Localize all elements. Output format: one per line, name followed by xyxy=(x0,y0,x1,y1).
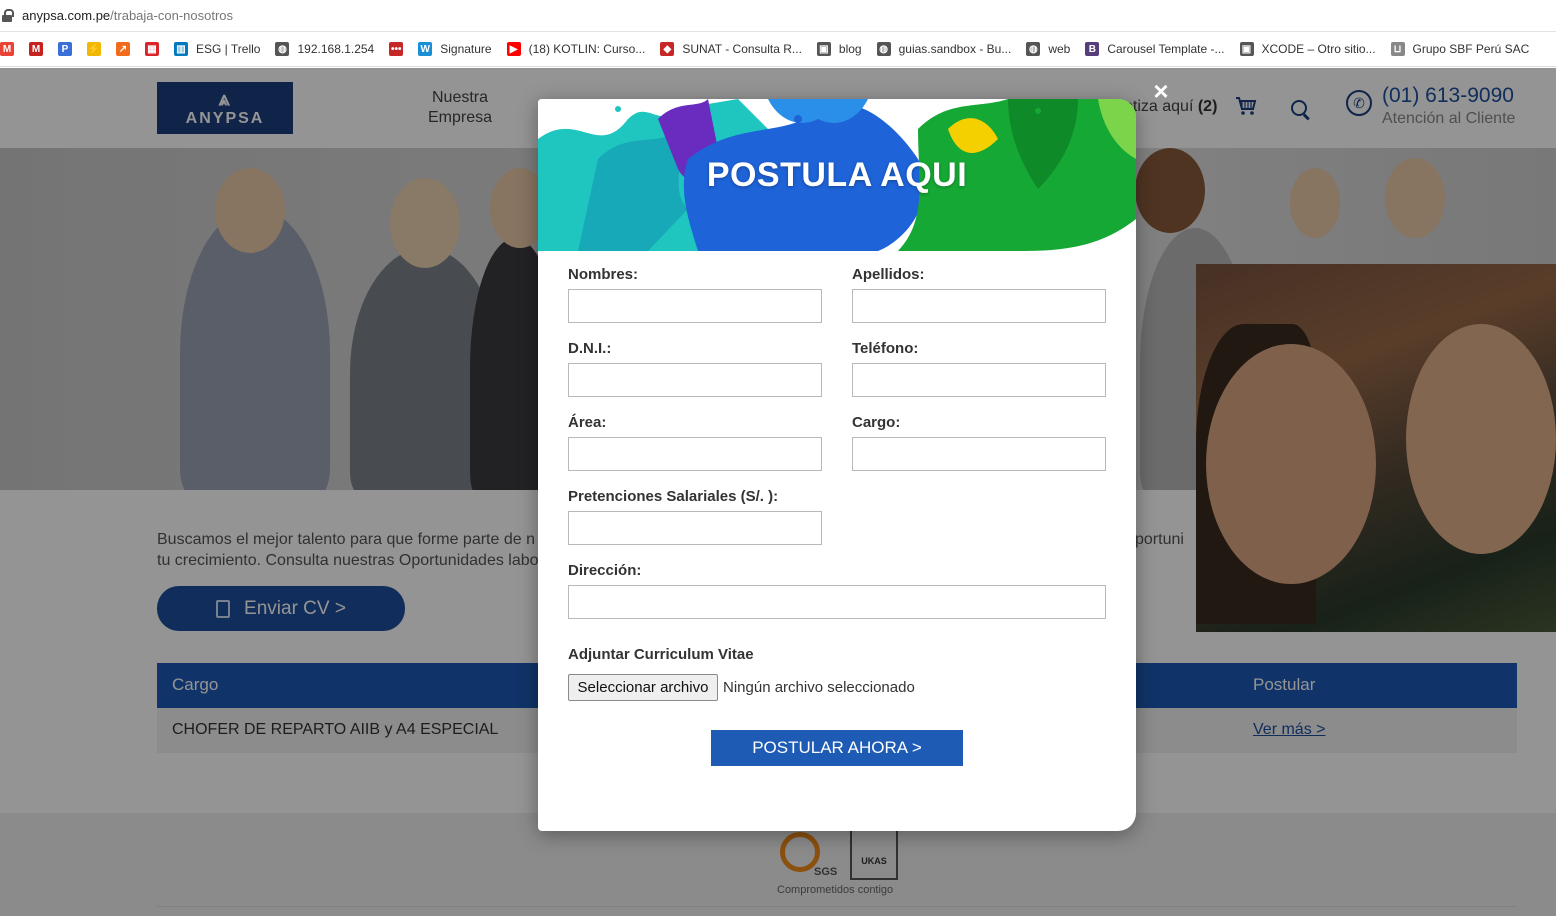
label-nombres: Nombres: xyxy=(568,266,639,283)
p-icon: P xyxy=(58,42,72,56)
bookmark-label: (18) KOTLIN: Curso... xyxy=(528,42,646,56)
postula-modal: POSTULA AQUI Nombres: Apellidos: D.N.I.:… xyxy=(538,99,1136,831)
bookmark-label: blog xyxy=(838,42,862,56)
bookmark-item[interactable]: ◍ 192.168.1.254 xyxy=(275,42,374,56)
bookmark-item[interactable]: ▥ ESG | Trello xyxy=(174,42,260,56)
bookmark-item[interactable]: ◍ web xyxy=(1026,42,1070,56)
cart-icon: ⊔ xyxy=(1390,42,1405,56)
bookmark-item[interactable]: W Signature xyxy=(418,42,492,56)
postular-ahora-button[interactable]: POSTULAR AHORA > xyxy=(711,730,963,766)
youtube-icon: ▶ xyxy=(506,42,521,56)
file-status: Ningún archivo seleccionado xyxy=(723,679,915,696)
bookmark-item[interactable]: ▶ (18) KOTLIN: Curso... xyxy=(506,42,646,56)
bookmark-label: web xyxy=(1048,42,1071,56)
bookmark-item[interactable]: M xyxy=(0,42,14,56)
lightning-icon: ⚡ xyxy=(87,42,101,56)
select-file-button[interactable]: Seleccionar archivo xyxy=(568,674,718,701)
label-area: Área: xyxy=(568,414,607,431)
url-host: anypsa.com.pe xyxy=(22,8,111,23)
lock-icon xyxy=(2,8,14,23)
blog-icon: ▣ xyxy=(816,42,831,56)
gmail-m-icon: M xyxy=(29,42,43,56)
bookmark-item[interactable]: ↗ xyxy=(116,42,130,56)
bookmark-label: 192.168.1.254 xyxy=(297,42,375,56)
bookmark-item[interactable]: P xyxy=(58,42,72,56)
telefono-input[interactable] xyxy=(852,363,1106,397)
label-dni: D.N.I.: xyxy=(568,340,612,357)
bookmark-item[interactable]: ••• xyxy=(389,42,404,56)
bookmark-item[interactable]: B Carousel Template -... xyxy=(1085,42,1225,56)
bookmark-item[interactable]: ▣ blog xyxy=(816,42,862,56)
label-apellidos: Apellidos: xyxy=(852,266,925,283)
salario-input[interactable] xyxy=(568,511,822,545)
area-input[interactable] xyxy=(568,437,822,471)
dni-input[interactable] xyxy=(568,363,822,397)
bookmark-item[interactable]: ◍ guias.sandbox - Bu... xyxy=(876,42,1012,56)
label-adjuntar-cv: Adjuntar Curriculum Vitae xyxy=(568,646,754,663)
sunat-icon: ◆ xyxy=(660,42,675,56)
bookmark-label: Signature xyxy=(440,42,492,56)
globe-icon: ◍ xyxy=(1026,42,1041,56)
direccion-input[interactable] xyxy=(568,585,1106,619)
globe-icon: ◍ xyxy=(275,42,290,56)
bootstrap-icon: B xyxy=(1085,42,1100,56)
dots-icon: ••• xyxy=(389,42,404,56)
nombres-input[interactable] xyxy=(568,289,822,323)
label-salario: Pretenciones Salariales (S/. ): xyxy=(568,488,779,505)
globe-icon: ◍ xyxy=(876,42,891,56)
label-telefono: Teléfono: xyxy=(852,340,919,357)
grid-icon: ▦ xyxy=(145,42,159,56)
bookmark-label: guias.sandbox - Bu... xyxy=(898,42,1012,56)
signature-icon: W xyxy=(418,42,433,56)
bookmark-item[interactable]: ▣ XCODE – Otro sitio... xyxy=(1239,42,1376,56)
xcode-icon: ▣ xyxy=(1239,42,1254,56)
cargo-input[interactable] xyxy=(852,437,1106,471)
close-icon[interactable]: × xyxy=(1150,78,1172,104)
bookmark-item[interactable]: ◆ SUNAT - Consulta R... xyxy=(660,42,802,56)
trello-icon: ▥ xyxy=(174,42,188,56)
bookmark-item[interactable]: M xyxy=(29,42,43,56)
modal-title: POSTULA AQUI xyxy=(706,156,968,194)
bookmark-item[interactable]: ⚡ xyxy=(87,42,101,56)
modal-banner: POSTULA AQUI xyxy=(538,99,1136,251)
bookmark-label: ESG | Trello xyxy=(196,42,261,56)
bookmark-label: Grupo SBF Perú SAC xyxy=(1412,42,1530,56)
bookmark-label: SUNAT - Consulta R... xyxy=(682,42,802,56)
gmail-icon: M xyxy=(0,42,14,56)
label-cargo: Cargo: xyxy=(852,414,901,431)
bookmark-item[interactable]: ⊔ Grupo SBF Perú SAC xyxy=(1390,42,1530,56)
arrow-icon: ↗ xyxy=(116,42,130,56)
bookmarks-bar: M M P ⚡ ↗ ▦ ▥ ESG | Trello ◍ 192.168.1.254 ••• W Sig… xyxy=(0,32,1556,67)
bookmark-label: Carousel Template -... xyxy=(1107,42,1225,56)
apellidos-input[interactable] xyxy=(852,289,1106,323)
label-direccion: Dirección: xyxy=(568,562,642,579)
address-bar[interactable]: anypsa.com.pe/trabaja-con-nosotros xyxy=(0,0,1556,32)
bookmark-item[interactable]: ▦ xyxy=(145,42,159,56)
bookmark-label: XCODE – Otro sitio... xyxy=(1261,42,1376,56)
url-path: /trabaja-con-nosotros xyxy=(110,8,234,23)
